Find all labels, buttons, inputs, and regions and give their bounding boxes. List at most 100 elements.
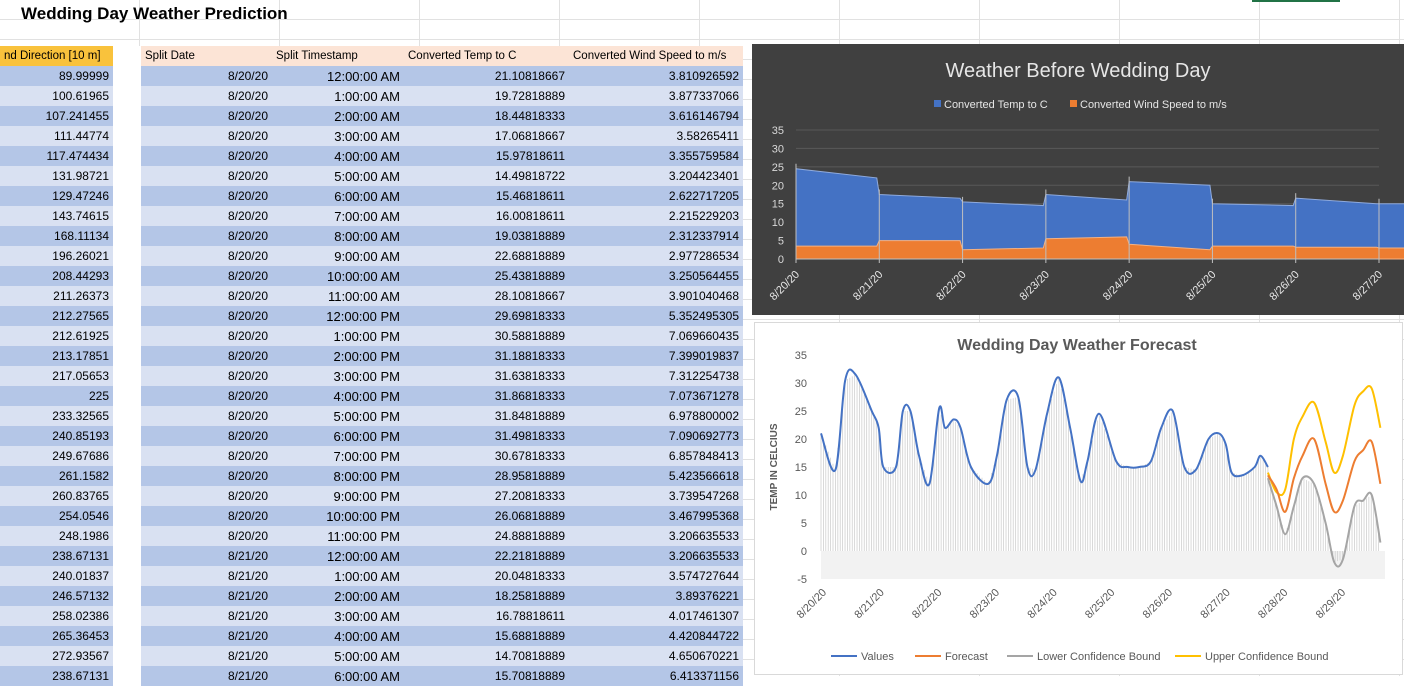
cell-wind-direction[interactable]: 249.67686 [0,446,113,466]
cell-wind-direction[interactable]: 248.1986 [0,526,113,546]
cell-temp-c[interactable]: 30.58818889 [404,326,569,346]
cell-wind-direction[interactable]: 260.83765 [0,486,113,506]
cell-temp-c[interactable]: 15.68818889 [404,626,569,646]
cell-wind-speed[interactable]: 3.810926592 [569,66,743,86]
cell-wind-direction[interactable]: 217.05653 [0,366,113,386]
cell-wind-direction[interactable]: 240.01837 [0,566,113,586]
cell-split-timestamp[interactable]: 12:00:00 PM [272,306,404,326]
weather-before-wedding-chart[interactable]: Weather Before Wedding Day Converted Temp… [752,44,1404,315]
cell-wind-direction[interactable]: 117.474434 [0,146,113,166]
cell-wind-speed[interactable]: 3.739547268 [569,486,743,506]
cell-temp-c[interactable]: 31.63818333 [404,366,569,386]
cell-wind-direction[interactable]: 213.17851 [0,346,113,366]
cell-temp-c[interactable]: 21.10818667 [404,66,569,86]
cell-wind-speed[interactable]: 3.355759584 [569,146,743,166]
cell-split-timestamp[interactable]: 4:00:00 AM [272,626,404,646]
cell-split-timestamp[interactable]: 1:00:00 AM [272,566,404,586]
cell-wind-direction[interactable]: 212.61925 [0,326,113,346]
cell-wind-direction[interactable]: 238.67131 [0,666,113,686]
cell-wind-speed[interactable]: 7.073671278 [569,386,743,406]
cell-wind-direction[interactable]: 225 [0,386,113,406]
cell-wind-speed[interactable]: 3.58265411 [569,126,743,146]
cell-wind-speed[interactable]: 3.206635533 [569,526,743,546]
cell-split-timestamp[interactable]: 11:00:00 AM [272,286,404,306]
cell-split-date[interactable]: 8/20/20 [141,186,272,206]
cell-split-date[interactable]: 8/20/20 [141,446,272,466]
cell-wind-direction[interactable]: 107.241455 [0,106,113,126]
cell-split-date[interactable]: 8/20/20 [141,406,272,426]
cell-wind-direction[interactable]: 246.57132 [0,586,113,606]
cell-temp-c[interactable]: 29.69818333 [404,306,569,326]
cell-temp-c[interactable]: 26.06818889 [404,506,569,526]
cell-split-timestamp[interactable]: 8:00:00 PM [272,466,404,486]
cell-split-timestamp[interactable]: 5:00:00 AM [272,646,404,666]
cell-wind-speed[interactable]: 3.574727644 [569,566,743,586]
cell-split-date[interactable]: 8/20/20 [141,266,272,286]
cell-split-timestamp[interactable]: 5:00:00 AM [272,166,404,186]
cell-split-date[interactable]: 8/20/20 [141,86,272,106]
cell-temp-c[interactable]: 22.21818889 [404,546,569,566]
cell-wind-speed[interactable]: 3.467995368 [569,506,743,526]
cell-split-date[interactable]: 8/20/20 [141,366,272,386]
cell-split-timestamp[interactable]: 6:00:00 PM [272,426,404,446]
cell-wind-direction[interactable]: 258.02386 [0,606,113,626]
cell-wind-direction[interactable]: 208.44293 [0,266,113,286]
cell-temp-c[interactable]: 17.06818667 [404,126,569,146]
cell-wind-speed[interactable]: 3.89376221 [569,586,743,606]
cell-wind-direction[interactable]: 238.67131 [0,546,113,566]
cell-split-timestamp[interactable]: 7:00:00 AM [272,206,404,226]
cell-split-date[interactable]: 8/21/20 [141,546,272,566]
cell-wind-speed[interactable]: 2.215229203 [569,206,743,226]
header-split-timestamp[interactable]: Split Timestamp [272,46,404,66]
cell-wind-speed[interactable]: 5.423566618 [569,466,743,486]
cell-split-timestamp[interactable]: 1:00:00 AM [272,86,404,106]
cell-wind-speed[interactable]: 7.312254738 [569,366,743,386]
cell-wind-speed[interactable]: 7.399019837 [569,346,743,366]
cell-split-date[interactable]: 8/20/20 [141,506,272,526]
cell-wind-direction[interactable]: 168.11134 [0,226,113,246]
cell-temp-c[interactable]: 20.04818333 [404,566,569,586]
cell-wind-direction[interactable]: 212.27565 [0,306,113,326]
cell-split-date[interactable]: 8/20/20 [141,226,272,246]
cell-split-timestamp[interactable]: 12:00:00 AM [272,66,404,86]
cell-split-date[interactable]: 8/21/20 [141,566,272,586]
cell-temp-c[interactable]: 28.10818667 [404,286,569,306]
cell-split-timestamp[interactable]: 10:00:00 AM [272,266,404,286]
cell-split-timestamp[interactable]: 5:00:00 PM [272,406,404,426]
cell-wind-direction[interactable]: 129.47246 [0,186,113,206]
cell-split-date[interactable]: 8/21/20 [141,626,272,646]
cell-split-timestamp[interactable]: 8:00:00 AM [272,226,404,246]
cell-split-date[interactable]: 8/20/20 [141,486,272,506]
cell-wind-speed[interactable]: 4.650670221 [569,646,743,666]
cell-wind-speed[interactable]: 3.901040468 [569,286,743,306]
wedding-forecast-chart[interactable]: Wedding Day Weather Forecast -5 0 5 10 15 20 25… [754,322,1403,675]
cell-wind-direction[interactable]: 111.44774 [0,126,113,146]
cell-split-date[interactable]: 8/20/20 [141,206,272,226]
cell-temp-c[interactable]: 30.67818333 [404,446,569,466]
cell-split-timestamp[interactable]: 3:00:00 AM [272,126,404,146]
cell-split-timestamp[interactable]: 3:00:00 PM [272,366,404,386]
cell-temp-c[interactable]: 31.84818889 [404,406,569,426]
cell-wind-direction[interactable]: 272.93567 [0,646,113,666]
cell-temp-c[interactable]: 16.78818611 [404,606,569,626]
cell-wind-speed[interactable]: 6.857848413 [569,446,743,466]
cell-split-timestamp[interactable]: 3:00:00 AM [272,606,404,626]
cell-split-date[interactable]: 8/20/20 [141,146,272,166]
cell-wind-direction[interactable]: 196.26021 [0,246,113,266]
cell-temp-c[interactable]: 18.44818333 [404,106,569,126]
cell-split-timestamp[interactable]: 9:00:00 AM [272,246,404,266]
cell-wind-speed[interactable]: 2.977286534 [569,246,743,266]
cell-split-timestamp[interactable]: 11:00:00 PM [272,526,404,546]
cell-split-date[interactable]: 8/21/20 [141,666,272,686]
cell-wind-speed[interactable]: 4.420844722 [569,626,743,646]
cell-temp-c[interactable]: 31.86818333 [404,386,569,406]
cell-wind-speed[interactable]: 2.622717205 [569,186,743,206]
cell-temp-c[interactable]: 27.20818333 [404,486,569,506]
cell-split-date[interactable]: 8/20/20 [141,526,272,546]
cell-split-date[interactable]: 8/21/20 [141,646,272,666]
cell-temp-c[interactable]: 16.00818611 [404,206,569,226]
cell-split-timestamp[interactable]: 10:00:00 PM [272,506,404,526]
cell-wind-direction[interactable]: 254.0546 [0,506,113,526]
cell-wind-speed[interactable]: 6.978800002 [569,406,743,426]
cell-split-timestamp[interactable]: 2:00:00 AM [272,586,404,606]
